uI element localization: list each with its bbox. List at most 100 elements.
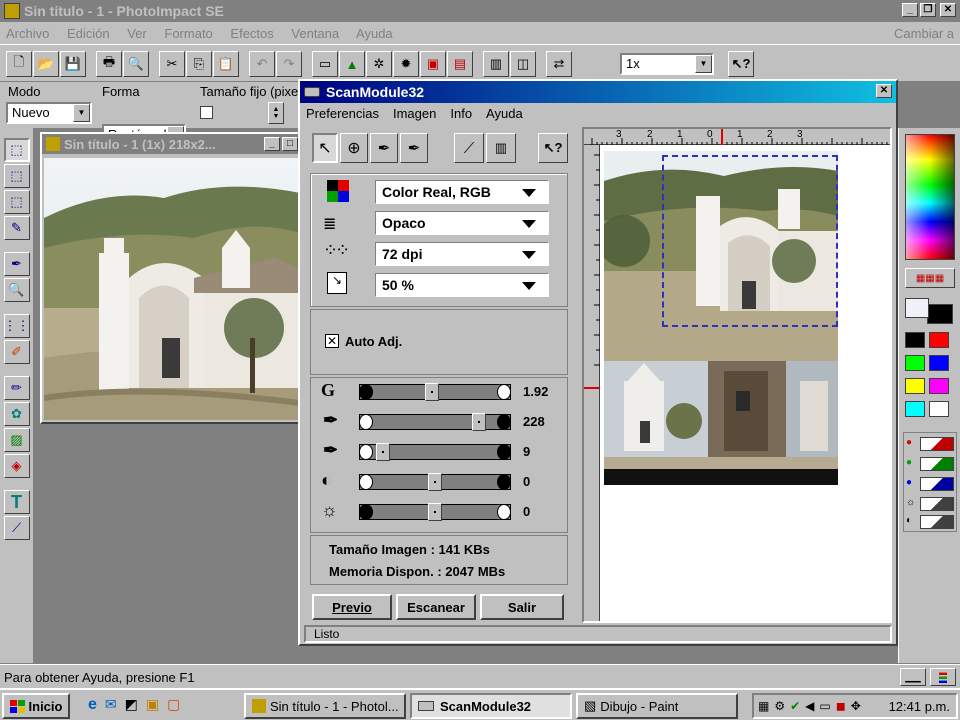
color-picker-spectrum[interactable] (905, 134, 955, 260)
text-tool-icon[interactable]: T (3, 490, 30, 514)
task-paint[interactable]: ▧ Dibujo - Paint (576, 693, 738, 719)
close-button[interactable]: ✕ (940, 3, 956, 17)
color-mode-select[interactable]: Color Real, RGB (375, 180, 549, 204)
preview-pane[interactable]: 3 2 1 0 1 2 3 (582, 127, 892, 623)
redo-icon[interactable]: ↷ (276, 51, 302, 77)
media-type-select[interactable]: Opaco (375, 211, 549, 235)
blue-channel-icon[interactable]: ● (906, 477, 912, 488)
color-bars-icon[interactable]: ▬ ▬ ▬ (930, 668, 956, 686)
settings-tray-icon[interactable]: ✥ (851, 699, 861, 713)
brightness-channel-icon[interactable]: ☼ (906, 497, 915, 508)
ruler-toggle-icon[interactable]: ▁▁ (900, 668, 926, 686)
zoom-in-tool-icon[interactable]: ⊕ (340, 133, 368, 163)
contrast-slider-thumb[interactable] (428, 473, 442, 491)
network-tray-icon[interactable]: ⚙ (774, 699, 785, 713)
bezier-tool-icon[interactable]: ✎ (3, 216, 30, 240)
lasso-tool-icon[interactable]: ⬚ (3, 164, 30, 188)
green-channel-icon[interactable]: ● (906, 457, 912, 468)
zoom-select[interactable]: 1x ▼ (620, 53, 714, 75)
preview-button[interactable]: Previo (312, 594, 392, 620)
print-preview-icon[interactable]: 🔍 (123, 51, 149, 77)
scanner-menu-info[interactable]: Info (450, 106, 472, 122)
scanner-menu-ayuda[interactable]: Ayuda (486, 106, 523, 122)
gamma-slider-thumb[interactable] (424, 383, 439, 401)
document-canvas[interactable] (44, 158, 300, 420)
exit-button[interactable]: Salir (480, 594, 564, 620)
scanner-title-bar[interactable]: ScanModule32 ✕ (300, 81, 896, 103)
app-title-bar[interactable]: Sin título - 1 - PhotoImpact SE _ ❐ ✕ (0, 0, 960, 22)
open-folder-icon[interactable]: 📂 (33, 51, 59, 77)
chevron-down-icon[interactable]: ▼ (73, 104, 90, 122)
scheduler-tray-icon[interactable]: ▦ (758, 699, 769, 713)
help-tool-icon[interactable]: ↖? (538, 133, 568, 163)
menu-ver[interactable]: Ver (127, 26, 147, 41)
auto-adjust-checkbox[interactable]: ✕ (325, 334, 339, 348)
volume-tray-icon[interactable]: ◀ (805, 699, 814, 713)
landscape-icon[interactable]: ▲ (339, 51, 365, 77)
document-icon[interactable]: ▤ (447, 51, 473, 77)
shadow-slider[interactable] (359, 443, 511, 461)
highlight-slider[interactable] (359, 413, 511, 431)
compare-icon[interactable]: ◫ (510, 51, 536, 77)
document-title-bar[interactable]: Sin título - 1 (1x) 218x2... _ □ (42, 134, 300, 154)
minimize-button[interactable]: _ (902, 3, 918, 17)
cut-icon[interactable]: ✂ (159, 51, 185, 77)
zoom-tool-icon[interactable]: 🔍 (3, 278, 30, 302)
paint-brush-tool-icon[interactable]: ✐ (3, 340, 30, 364)
swatch-yellow[interactable] (905, 378, 925, 394)
scanner-menu-preferencias[interactable]: Preferencias (306, 106, 379, 122)
swatch-black[interactable] (905, 332, 925, 348)
task-scanmodule[interactable]: ScanModule32 (410, 693, 572, 719)
eyedropper-tool-icon[interactable]: ✒ (3, 252, 30, 276)
background-color-swatch[interactable] (927, 304, 953, 324)
new-file-icon[interactable]: 🗋 (6, 51, 32, 77)
line-tool-icon[interactable]: ⟋ (3, 516, 30, 540)
preview-image[interactable] (604, 151, 838, 485)
outlook-icon[interactable]: ✉ (105, 696, 117, 714)
black-dropper-tool-icon[interactable]: ✒ (400, 133, 428, 163)
help-pointer-icon[interactable]: ↖? (728, 51, 754, 77)
paste-icon[interactable]: 📋 (213, 51, 239, 77)
ie-icon[interactable]: e (88, 696, 97, 714)
menu-formato[interactable]: Formato (164, 26, 212, 41)
desktop-icon[interactable]: ▣ (146, 696, 159, 714)
start-button[interactable]: Inicio (2, 693, 70, 719)
swatch-red[interactable] (929, 332, 949, 348)
menu-ventana[interactable]: Ventana (291, 26, 339, 41)
color-tray-icon[interactable]: ◼ (836, 699, 846, 713)
monitor-tray-icon[interactable]: ▭ (819, 699, 830, 713)
brightness-slider-thumb[interactable] (428, 503, 442, 521)
task-photoimpact[interactable]: Sin título - 1 - Photol... (244, 693, 406, 719)
restore-button[interactable]: ❐ (920, 3, 936, 17)
shadow-slider-thumb[interactable] (376, 443, 391, 461)
contrast-slider[interactable] (359, 473, 511, 491)
size-stepper[interactable]: ▲ ▼ (268, 102, 284, 124)
scan-button[interactable]: Escanear (396, 594, 476, 620)
swatch-white[interactable] (929, 401, 949, 417)
effect-icon[interactable]: ✲ (366, 51, 392, 77)
resolution-select[interactable]: 72 dpi (375, 242, 549, 266)
white-dropper-tool-icon[interactable]: ✒ (370, 133, 398, 163)
scanner-icon[interactable]: ▭ (312, 51, 338, 77)
mode-select[interactable]: Nuevo ▼ (6, 102, 92, 124)
layers-icon[interactable]: ▥ (483, 51, 509, 77)
contrast-channel-icon[interactable]: ◐ (906, 515, 912, 526)
app-icon[interactable] (4, 3, 20, 19)
menu-cambiar-a[interactable]: Cambiar a (894, 26, 954, 41)
image-frame-icon[interactable]: ▣ (420, 51, 446, 77)
fixed-size-checkbox[interactable] (200, 106, 213, 119)
scanner-dialog[interactable]: ScanModule32 ✕ Preferencias Imagen Info … (298, 79, 898, 646)
scanner-menu-imagen[interactable]: Imagen (393, 106, 436, 122)
transform-tool-icon[interactable]: ⋮⋮ (3, 314, 30, 338)
antivirus-tray-icon[interactable]: ✔ (790, 699, 800, 713)
foreground-color-swatch[interactable] (905, 298, 929, 318)
red-channel-icon[interactable]: ● (906, 437, 912, 448)
clone-tool-icon[interactable]: ✿ (3, 402, 30, 426)
menu-ayuda[interactable]: Ayuda (356, 26, 393, 41)
doc-maximize-button[interactable]: □ (282, 137, 298, 151)
histogram-tool-icon[interactable]: ▥ (486, 133, 516, 163)
menu-archivo[interactable]: Archivo (6, 26, 49, 41)
fill-tool-icon[interactable]: ◈ (3, 454, 30, 478)
marquee-tool-icon[interactable]: ⬚ (3, 138, 30, 162)
bug-icon[interactable]: ✹ (393, 51, 419, 77)
